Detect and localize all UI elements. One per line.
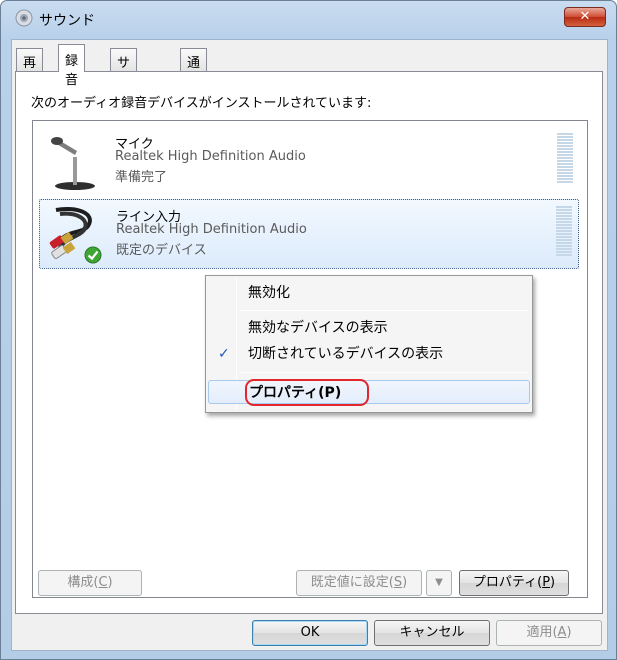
microphone-icon <box>51 137 95 190</box>
tab-playback[interactable]: 再生 <box>16 48 44 90</box>
checkmark-icon: ✓ <box>218 346 230 362</box>
device-item-line-in[interactable]: ライン入力 Realtek High Definition Audio 既定のデ… <box>39 199 579 269</box>
tab-communications[interactable]: 通信 <box>180 48 208 90</box>
highlight-ring <box>245 379 369 406</box>
button-label: 構成( <box>67 575 99 590</box>
button-label: キャンセル <box>399 625 465 640</box>
menu-item-disable[interactable]: 無効化 <box>208 281 530 305</box>
title-bar[interactable]: サウンド ✕ <box>1 1 616 37</box>
button-label-tail: ) <box>107 575 113 590</box>
close-icon: ✕ <box>579 9 591 24</box>
menu-separator <box>240 310 528 311</box>
device-driver: Realtek High Definition Audio <box>116 222 307 237</box>
level-meter <box>557 133 573 185</box>
menu-item-label: 切断されているデバイスの表示 <box>248 346 444 362</box>
tab-recording[interactable]: 録音 <box>58 44 86 88</box>
menu-item-show-disconnected[interactable]: ✓ 切断されているデバイスの表示 <box>208 342 530 366</box>
menu-separator <box>240 372 528 373</box>
menu-item-label: 無効化 <box>248 285 290 301</box>
ok-button[interactable]: OK <box>252 620 368 646</box>
button-label: OK <box>300 625 320 640</box>
menu-item-label: 無効なデバイスの表示 <box>248 320 388 336</box>
device-status: 準備完了 <box>115 170 168 185</box>
device-driver: Realtek High Definition Audio <box>115 149 306 164</box>
context-menu: 無効化 無効なデバイスの表示 ✓ 切断されているデバイスの表示 プロパティ(P) <box>205 275 533 413</box>
window-title: サウンド <box>39 13 95 29</box>
button-label-tail: ) <box>550 575 556 590</box>
set-default-button[interactable]: 既定値に設定(S) <box>296 570 422 596</box>
access-key: C <box>98 575 108 590</box>
device-status: 既定のデバイス <box>116 243 207 258</box>
button-label: 既定値に設定( <box>310 575 394 590</box>
tab-label: 録音 <box>65 54 79 88</box>
menu-item-properties[interactable]: プロパティ(P) <box>208 379 530 406</box>
intro-text: 次のオーディオ録音デバイスがインストールされています: <box>31 96 372 111</box>
cancel-button[interactable]: キャンセル <box>374 620 490 646</box>
configure-button[interactable]: 構成(C) <box>38 570 142 596</box>
apply-button[interactable]: 適用(A) <box>496 620 602 646</box>
set-default-dropdown[interactable]: ▼ <box>426 570 452 596</box>
device-item-microphone[interactable]: マイク Realtek High Definition Audio 準備完了 <box>39 127 579 197</box>
tab-sounds[interactable]: サウンド <box>110 48 138 128</box>
access-key: P <box>542 575 551 590</box>
menu-item-show-disabled[interactable]: 無効なデバイスの表示 <box>208 316 530 340</box>
level-meter <box>556 206 572 258</box>
close-button[interactable]: ✕ <box>564 7 606 27</box>
button-label: 適用( <box>526 625 558 640</box>
button-label-tail: ) <box>402 575 408 590</box>
button-label-tail: ) <box>566 625 572 640</box>
access-key: S <box>393 575 403 590</box>
properties-button[interactable]: プロパティ(P) <box>459 570 569 596</box>
check-icon <box>84 246 102 264</box>
speaker-icon <box>15 9 33 27</box>
chevron-down-icon: ▼ <box>435 577 443 588</box>
button-label: プロパティ( <box>472 575 543 590</box>
